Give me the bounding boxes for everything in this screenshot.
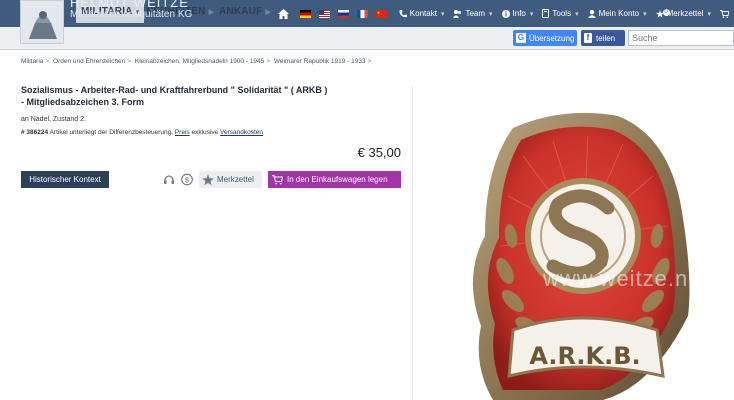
brand-name: HELMUT WEITZE — [70, 0, 189, 10]
contact-menu[interactable]: Kontakt ▾ — [399, 9, 445, 18]
badge-letters: A.R.K.B. — [529, 342, 640, 370]
audio-button[interactable] — [161, 171, 177, 188]
breadcrumb-item[interactable]: Kleinabzeichen, Mitgliedsnadeln 1900 - 1… — [135, 58, 264, 65]
product-image[interactable]: A.R.K.B. www.weitze.net — [412, 86, 734, 400]
star-icon — [202, 173, 214, 185]
brand-subtitle: Militärische Antiquitäten KG — [70, 9, 193, 20]
share-label: teilen — [596, 33, 616, 43]
wishlist-count-badge: 0 — [662, 9, 670, 16]
translate-button[interactable]: G Übersetzung — [513, 30, 577, 46]
account-label: Mein Konto — [598, 9, 640, 18]
article-number: # 386224 — [21, 129, 49, 136]
company-logo[interactable] — [20, 0, 64, 44]
flag-us-icon[interactable] — [318, 9, 330, 18]
chevron-down-icon: ▾ — [575, 10, 579, 18]
tools-icon — [542, 9, 550, 18]
cart-menu[interactable] — [720, 9, 732, 18]
flag-cn-icon[interactable]: ★ — [375, 9, 387, 18]
chevron-down-icon: ▾ — [643, 10, 647, 18]
breadcrumb-separator-icon: > — [367, 58, 372, 65]
wishlist-label: Merkzettel — [666, 9, 704, 18]
chevron-down-icon: ▾ — [707, 10, 711, 18]
add-to-cart-button[interactable]: In den Einkaufswagen legen — [268, 171, 401, 188]
team-icon — [453, 9, 462, 18]
chevron-down-icon: ▾ — [529, 10, 534, 18]
brand[interactable]: HELMUT WEITZE Militärische Antiquitäten … — [70, 0, 192, 21]
wishlist-button-label: Merkzettel — [217, 175, 254, 184]
facebook-icon: f — [584, 33, 592, 43]
product-title-line: Sozialismus - Arbeiter-Rad- und Kraftfah… — [21, 85, 328, 95]
dollar-coin-icon: $ — [181, 173, 193, 186]
add-to-cart-label: In den Einkaufswagen legen — [287, 175, 388, 184]
breadcrumb-item[interactable]: Militaria — [21, 58, 43, 65]
product-title-line: - Mitgliedsabzeichen 3. Form — [21, 97, 145, 107]
cart-icon — [720, 9, 729, 18]
share-button[interactable]: f teilen — [581, 30, 625, 46]
contact-label: Kontakt — [409, 9, 437, 18]
info-icon — [501, 9, 510, 18]
tools-menu[interactable]: Tools ▾ — [542, 9, 579, 18]
headphones-icon — [164, 175, 174, 185]
shipping-link[interactable]: Versandkosten — [220, 129, 263, 136]
chevron-right-icon: ▶ — [208, 9, 215, 16]
info-menu[interactable]: Info ▾ — [501, 9, 534, 18]
home-icon — [277, 8, 289, 19]
wishlist-menu[interactable]: 0 Merkzettel ▾ — [655, 9, 711, 18]
chevron-down-icon: ▾ — [440, 10, 445, 18]
breadcrumb: Militaria > Orden und Ehrenzeichen > Klein… — [21, 58, 373, 65]
search-input[interactable] — [628, 30, 734, 46]
nav-ankauf-label: ANKAUF — [219, 6, 263, 17]
watermark: www.weitze.net — [543, 266, 709, 291]
team-label: Team — [465, 9, 486, 18]
phone-icon — [399, 9, 407, 17]
currency-button[interactable]: $ — [179, 171, 195, 188]
flag-de-icon[interactable] — [299, 9, 311, 18]
info-label: Info — [512, 9, 526, 18]
eagle-logo-icon — [21, 1, 63, 43]
shipping-prefix: exklusive — [191, 129, 219, 136]
product-title: Sozialismus - Arbeiter-Rad- und Kraftfah… — [21, 84, 401, 108]
chevron-down-icon: ▾ — [489, 10, 493, 18]
product-price: € 35,00 — [357, 145, 401, 160]
google-translate-icon: G — [516, 33, 526, 43]
flag-ru-icon[interactable] — [337, 9, 349, 18]
svg-text:$: $ — [185, 175, 190, 184]
cart-icon — [272, 174, 283, 184]
tools-label: Tools — [552, 9, 572, 18]
chevron-right-icon: ▶ — [265, 9, 272, 16]
price-link[interactable]: Preis — [175, 129, 190, 136]
nav-ankauf[interactable]: ANKAUF ▶ — [219, 0, 271, 23]
team-menu[interactable]: Team ▾ — [453, 9, 493, 18]
user-icon — [587, 9, 596, 18]
arkb-badge-image: A.R.K.B. — [472, 112, 690, 400]
breadcrumb-item[interactable]: Weimarer Republik 1919 - 1933 — [274, 58, 366, 65]
product-condition: an Nadel, Zustand 2. — [21, 116, 86, 123]
wishlist-button[interactable]: Merkzettel — [199, 171, 262, 188]
flag-fr-icon[interactable] — [356, 9, 368, 18]
historical-context-button[interactable]: Historischer Kontext — [21, 171, 109, 188]
account-menu[interactable]: Mein Konto ▾ — [587, 9, 647, 18]
home-link[interactable] — [277, 8, 292, 19]
top-right-menu: ★ Kontakt ▾ Team ▾ Info ▾ Tools ▾ Mein Konto… — [269, 0, 734, 27]
article-tax-note: Artikel unterliegt der Differenzbesteuer… — [49, 129, 174, 136]
article-info: # 386224 Artikel unterliegt der Differen… — [21, 129, 263, 136]
translate-label: Übersetzung — [529, 33, 575, 43]
breadcrumb-separator-icon: > — [45, 58, 50, 65]
breadcrumb-separator-icon: > — [266, 58, 271, 65]
breadcrumb-separator-icon: > — [127, 58, 132, 65]
breadcrumb-item[interactable]: Orden und Ehrenzeichen — [53, 58, 125, 65]
